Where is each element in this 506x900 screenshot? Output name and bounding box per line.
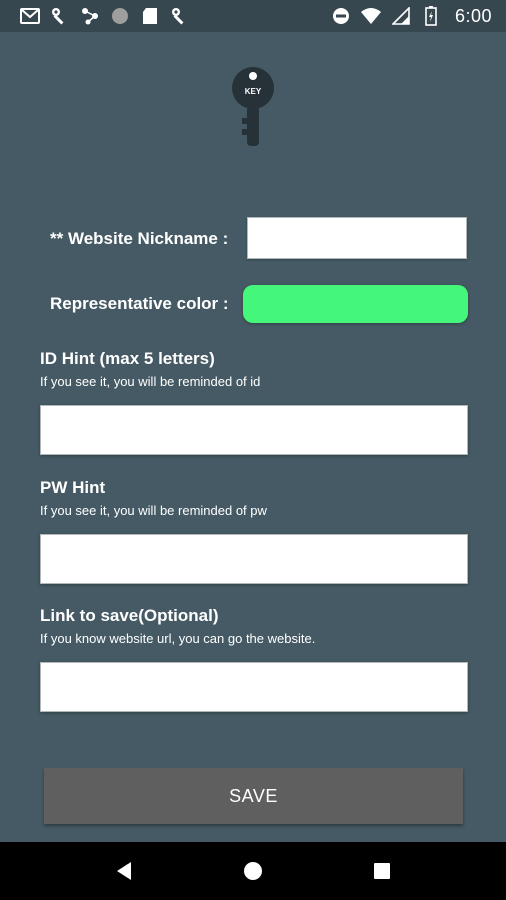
id-hint-input[interactable] xyxy=(40,405,468,455)
circle-icon xyxy=(110,6,130,26)
battery-icon xyxy=(421,6,441,26)
status-time: 6:00 xyxy=(454,5,492,26)
signal-icon xyxy=(391,6,411,26)
pw-hint-title: PW Hint xyxy=(40,478,106,497)
color-picker-button[interactable] xyxy=(243,285,468,323)
status-left-icons xyxy=(20,6,190,26)
id-hint-title: ID Hint (max 5 letters) xyxy=(40,349,215,368)
nickname-label: ** Website Nickname : xyxy=(50,229,229,248)
link-title: Link to save(Optional) xyxy=(40,606,219,625)
wifi-icon xyxy=(360,6,381,26)
navigation-bar xyxy=(0,842,506,900)
save-button[interactable]: SAVE xyxy=(44,768,463,824)
wrench-icon xyxy=(170,6,190,26)
nickname-input[interactable] xyxy=(247,217,467,259)
gmail-icon xyxy=(20,6,40,26)
link-input[interactable] xyxy=(40,662,468,712)
pw-hint-description: If you see it, you will be reminded of p… xyxy=(40,503,267,518)
key-logo-icon: KEY xyxy=(228,66,278,152)
share-icon xyxy=(80,6,100,26)
sd-card-icon xyxy=(140,6,160,26)
do-not-disturb-icon xyxy=(331,6,351,26)
status-bar: 6:00 xyxy=(0,0,506,32)
color-label: Representative color : xyxy=(50,294,229,313)
recents-icon[interactable] xyxy=(362,851,402,891)
pw-hint-input[interactable] xyxy=(40,534,468,584)
logo-text: KEY xyxy=(245,87,262,96)
id-hint-description: If you see it, you will be reminded of i… xyxy=(40,374,261,389)
wrench-icon xyxy=(50,6,70,26)
link-description: If you know website url, you can go the … xyxy=(40,631,316,646)
back-icon[interactable] xyxy=(104,851,144,891)
home-icon[interactable] xyxy=(233,851,273,891)
status-right-icons: 6:00 xyxy=(331,6,492,27)
